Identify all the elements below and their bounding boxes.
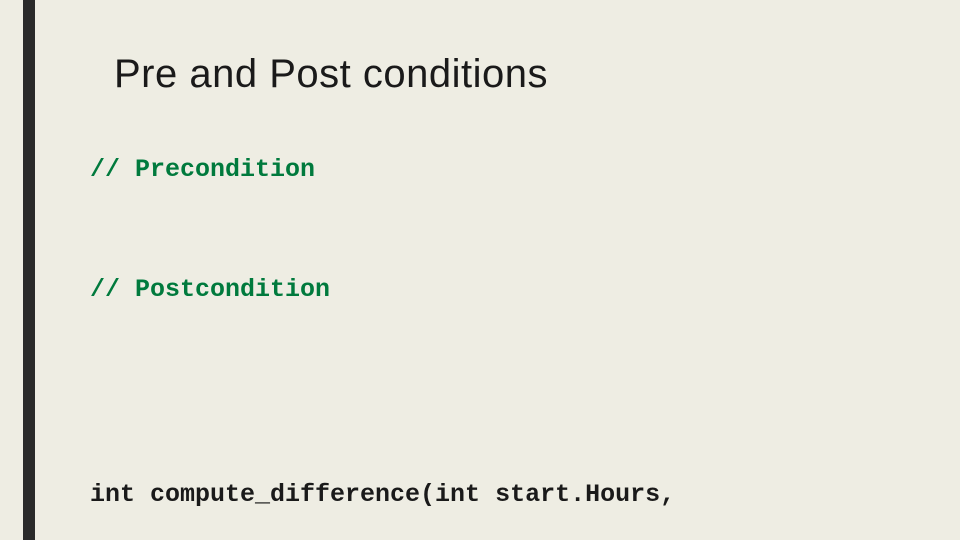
slide-accent-bar bbox=[23, 0, 35, 540]
precondition-comment: // Precondition bbox=[90, 155, 315, 184]
slide-content: Pre and Post conditions // Precondition … bbox=[90, 0, 940, 540]
code-line-1: int compute_difference(int start.Hours, bbox=[90, 478, 855, 512]
function-signature: int compute_difference(int start.Hours, … bbox=[90, 410, 855, 540]
slide-title: Pre and Post conditions bbox=[114, 52, 548, 97]
postcondition-comment: // Postcondition bbox=[90, 275, 330, 304]
